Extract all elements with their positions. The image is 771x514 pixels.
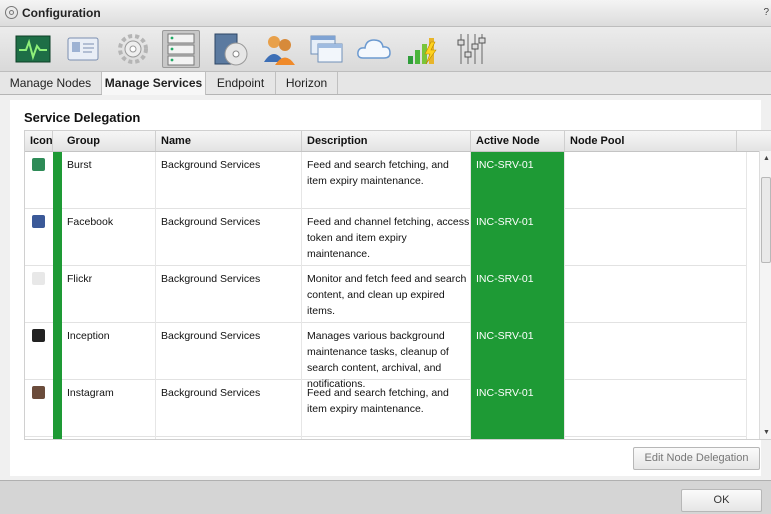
active-node-cell: INC-SRV-01 [471, 152, 565, 209]
node-pool-cell [565, 437, 747, 439]
name-cell: Background Services [156, 266, 302, 323]
column-node-pool[interactable]: Node Pool [565, 131, 737, 151]
cloud-icon[interactable] [355, 30, 393, 68]
burst-icon [32, 158, 45, 171]
column-active-node[interactable]: Active Node [471, 131, 565, 151]
group-cell: Burst [62, 152, 156, 209]
column-group[interactable]: Group [62, 131, 156, 151]
windows-icon[interactable] [307, 30, 345, 68]
toolbar [0, 27, 771, 72]
table-row[interactable]: Inception Background Services Manages vari… [25, 323, 747, 390]
vertical-scrollbar[interactable]: ▲ ▼ [759, 151, 771, 439]
table-row[interactable]: Burst Background Services Feed and search … [25, 152, 747, 209]
flickr-icon [32, 272, 45, 285]
name-cell: Background Services [156, 323, 302, 380]
inception-icon [32, 329, 45, 342]
group-cell: Flickr [62, 266, 156, 323]
name-cell: Background Services [156, 152, 302, 209]
description-cell [302, 437, 471, 439]
status-strip [53, 152, 62, 209]
active-node-cell [471, 437, 565, 439]
tab-bar: Manage Nodes Manage Services Endpoint Ho… [0, 72, 771, 95]
column-icon[interactable]: Icon [25, 131, 53, 151]
sliders-icon[interactable] [453, 30, 491, 68]
tab-manage-services[interactable]: Manage Services [102, 72, 206, 95]
status-strip [53, 380, 62, 437]
server-rack-icon[interactable] [162, 30, 200, 68]
instagram-icon [32, 386, 45, 399]
user-card-icon[interactable] [64, 30, 102, 68]
table-row[interactable]: Facebook Background Services Feed and chan… [25, 209, 747, 266]
group-cell: Instagram [62, 380, 156, 437]
table-row[interactable]: Flickr Background Services Monitor and fet… [25, 266, 747, 323]
title-bar: Configuration ? [0, 0, 771, 27]
active-node-cell: INC-SRV-01 [471, 209, 565, 266]
gear-icon[interactable] [114, 30, 152, 68]
description-cell: Manages various background maintenance t… [302, 323, 471, 390]
node-pool-cell [565, 323, 747, 380]
description-cell: Feed and search fetching, and item expir… [302, 380, 471, 437]
configuration-window: Configuration ? Manage Nodes Manage Serv… [0, 0, 771, 514]
status-strip [53, 209, 62, 266]
name-cell: Background Services [156, 380, 302, 437]
node-pool-cell [565, 266, 747, 323]
active-node-cell: INC-SRV-01 [471, 323, 565, 380]
section-title: Service Delegation [24, 110, 141, 125]
name-cell [156, 437, 302, 439]
scroll-thumb[interactable] [761, 177, 771, 263]
table-row[interactable] [25, 437, 747, 439]
status-strip [53, 437, 62, 439]
description-cell: Monitor and fetch feed and search conten… [302, 266, 471, 323]
status-strip [53, 266, 62, 323]
column-description[interactable]: Description [302, 131, 471, 151]
tab-endpoint[interactable]: Endpoint [206, 72, 276, 94]
dashboard-icon[interactable] [14, 30, 52, 68]
group-cell: Inception [62, 323, 156, 380]
bar-chart-icon[interactable] [404, 30, 442, 68]
help-button[interactable]: ? [763, 7, 769, 18]
group-cell [62, 437, 156, 439]
node-pool-cell [565, 209, 747, 266]
footer-bar: OK [0, 480, 771, 514]
users-icon[interactable] [260, 30, 298, 68]
column-name[interactable]: Name [156, 131, 302, 151]
scroll-down-icon[interactable]: ▼ [763, 429, 770, 436]
description-cell: Feed and search fetching, and item expir… [302, 152, 471, 209]
table-row[interactable]: Instagram Background Services Feed and sea… [25, 380, 747, 437]
status-strip [53, 323, 62, 380]
edit-node-delegation-button[interactable]: Edit Node Delegation [633, 447, 760, 470]
name-cell: Background Services [156, 209, 302, 266]
active-node-cell: INC-SRV-01 [471, 266, 565, 323]
facebook-icon [32, 215, 45, 228]
tab-horizon[interactable]: Horizon [276, 72, 338, 94]
services-table: Icon Group Name Description Active Node … [24, 130, 771, 440]
group-cell: Facebook [62, 209, 156, 266]
node-pool-cell [565, 152, 747, 209]
ok-button[interactable]: OK [681, 489, 762, 512]
archive-disc-icon[interactable] [212, 30, 250, 68]
tab-manage-nodes[interactable]: Manage Nodes [0, 72, 102, 94]
gear-icon [5, 6, 18, 19]
table-header: Icon Group Name Description Active Node … [25, 131, 771, 152]
description-cell: Feed and channel fetching, access token … [302, 209, 471, 266]
active-node-cell: INC-SRV-01 [471, 380, 565, 437]
node-pool-cell [565, 380, 747, 437]
scroll-up-icon[interactable]: ▲ [763, 155, 770, 162]
window-title: Configuration [22, 6, 101, 20]
